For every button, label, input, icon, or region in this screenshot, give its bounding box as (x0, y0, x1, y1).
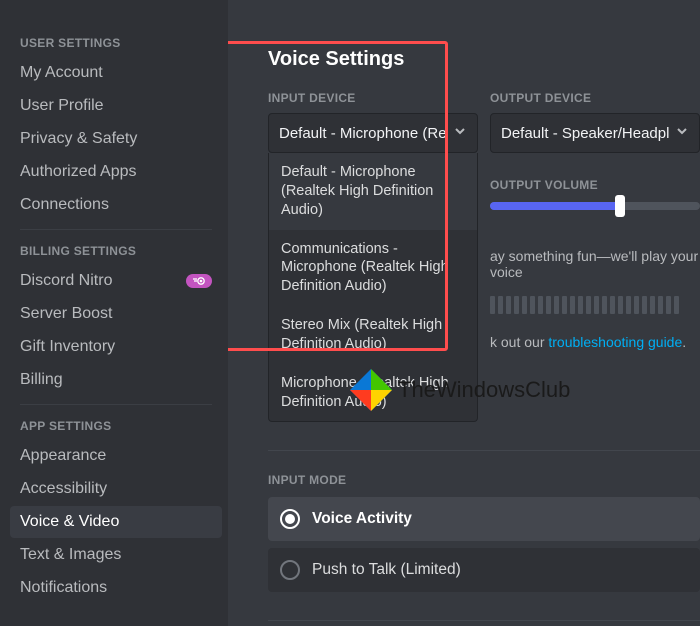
separator (268, 450, 700, 451)
section-header-billing: BILLING SETTINGS (10, 238, 222, 264)
nav-accessibility[interactable]: Accessibility (10, 473, 222, 505)
mic-test-hint: ay something fun—we'll play your voice (490, 248, 700, 280)
vu-meter (490, 296, 700, 314)
chevron-down-icon (675, 124, 689, 142)
separator (20, 404, 212, 405)
page-title: Voice Settings (268, 48, 700, 71)
input-device-label: INPUT DEVICE (268, 91, 478, 105)
nav-voice-video[interactable]: Voice & Video (10, 506, 222, 538)
output-volume-label: OUTPUT VOLUME (490, 178, 700, 192)
nav-server-boost[interactable]: Server Boost (10, 298, 222, 330)
section-header-app: APP SETTINGS (10, 413, 222, 439)
settings-sidebar: USER SETTINGS My Account User Profile Pr… (0, 0, 228, 626)
nav-user-profile[interactable]: User Profile (10, 90, 222, 122)
nav-discord-nitro[interactable]: Discord Nitro (10, 265, 222, 297)
nav-text-images[interactable]: Text & Images (10, 539, 222, 571)
nav-privacy-safety[interactable]: Privacy & Safety (10, 123, 222, 155)
input-device-option[interactable]: Default - Microphone (Realtek High Defin… (269, 153, 477, 230)
nav-my-account[interactable]: My Account (10, 57, 222, 89)
input-device-option[interactable]: Communications - Microphone (Realtek Hig… (269, 230, 477, 307)
input-mode-section: INPUT MODE Voice Activity Push to Talk (… (268, 473, 700, 592)
slider-fill (490, 202, 620, 210)
troubleshooting-link[interactable]: troubleshooting guide (548, 334, 682, 350)
troubleshoot-text: k out our troubleshooting guide. (490, 334, 700, 350)
radio-icon (280, 509, 300, 529)
nav-gift-inventory[interactable]: Gift Inventory (10, 331, 222, 363)
nav-appearance[interactable]: Appearance (10, 440, 222, 472)
chevron-down-icon (453, 124, 467, 142)
nav-notifications[interactable]: Notifications (10, 572, 222, 604)
input-device-select[interactable]: Default - Microphone (Re (268, 113, 478, 153)
nav-authorized-apps[interactable]: Authorized Apps (10, 156, 222, 188)
output-device-label: OUTPUT DEVICE (490, 91, 700, 105)
radio-icon (280, 560, 300, 580)
main-content: Voice Settings INPUT DEVICE Default - Mi… (228, 0, 700, 626)
input-device-option[interactable]: Stereo Mix (Realtek High Definition Audi… (269, 306, 477, 364)
input-mode-label: INPUT MODE (268, 473, 700, 487)
watermark: TheWindowsClub (348, 367, 570, 413)
input-mode-push-to-talk[interactable]: Push to Talk (Limited) (268, 548, 700, 592)
nav-billing[interactable]: Billing (10, 364, 222, 396)
watermark-logo-icon (348, 367, 394, 413)
slider-thumb[interactable] (615, 195, 625, 217)
separator (20, 229, 212, 230)
section-header-user: USER SETTINGS (10, 30, 222, 56)
nitro-badge-icon (186, 274, 212, 288)
output-volume-slider[interactable] (490, 202, 700, 210)
output-device-select[interactable]: Default - Speaker/Headpl (490, 113, 700, 153)
input-mode-voice-activity[interactable]: Voice Activity (268, 497, 700, 541)
nav-connections[interactable]: Connections (10, 189, 222, 221)
separator (268, 620, 700, 621)
